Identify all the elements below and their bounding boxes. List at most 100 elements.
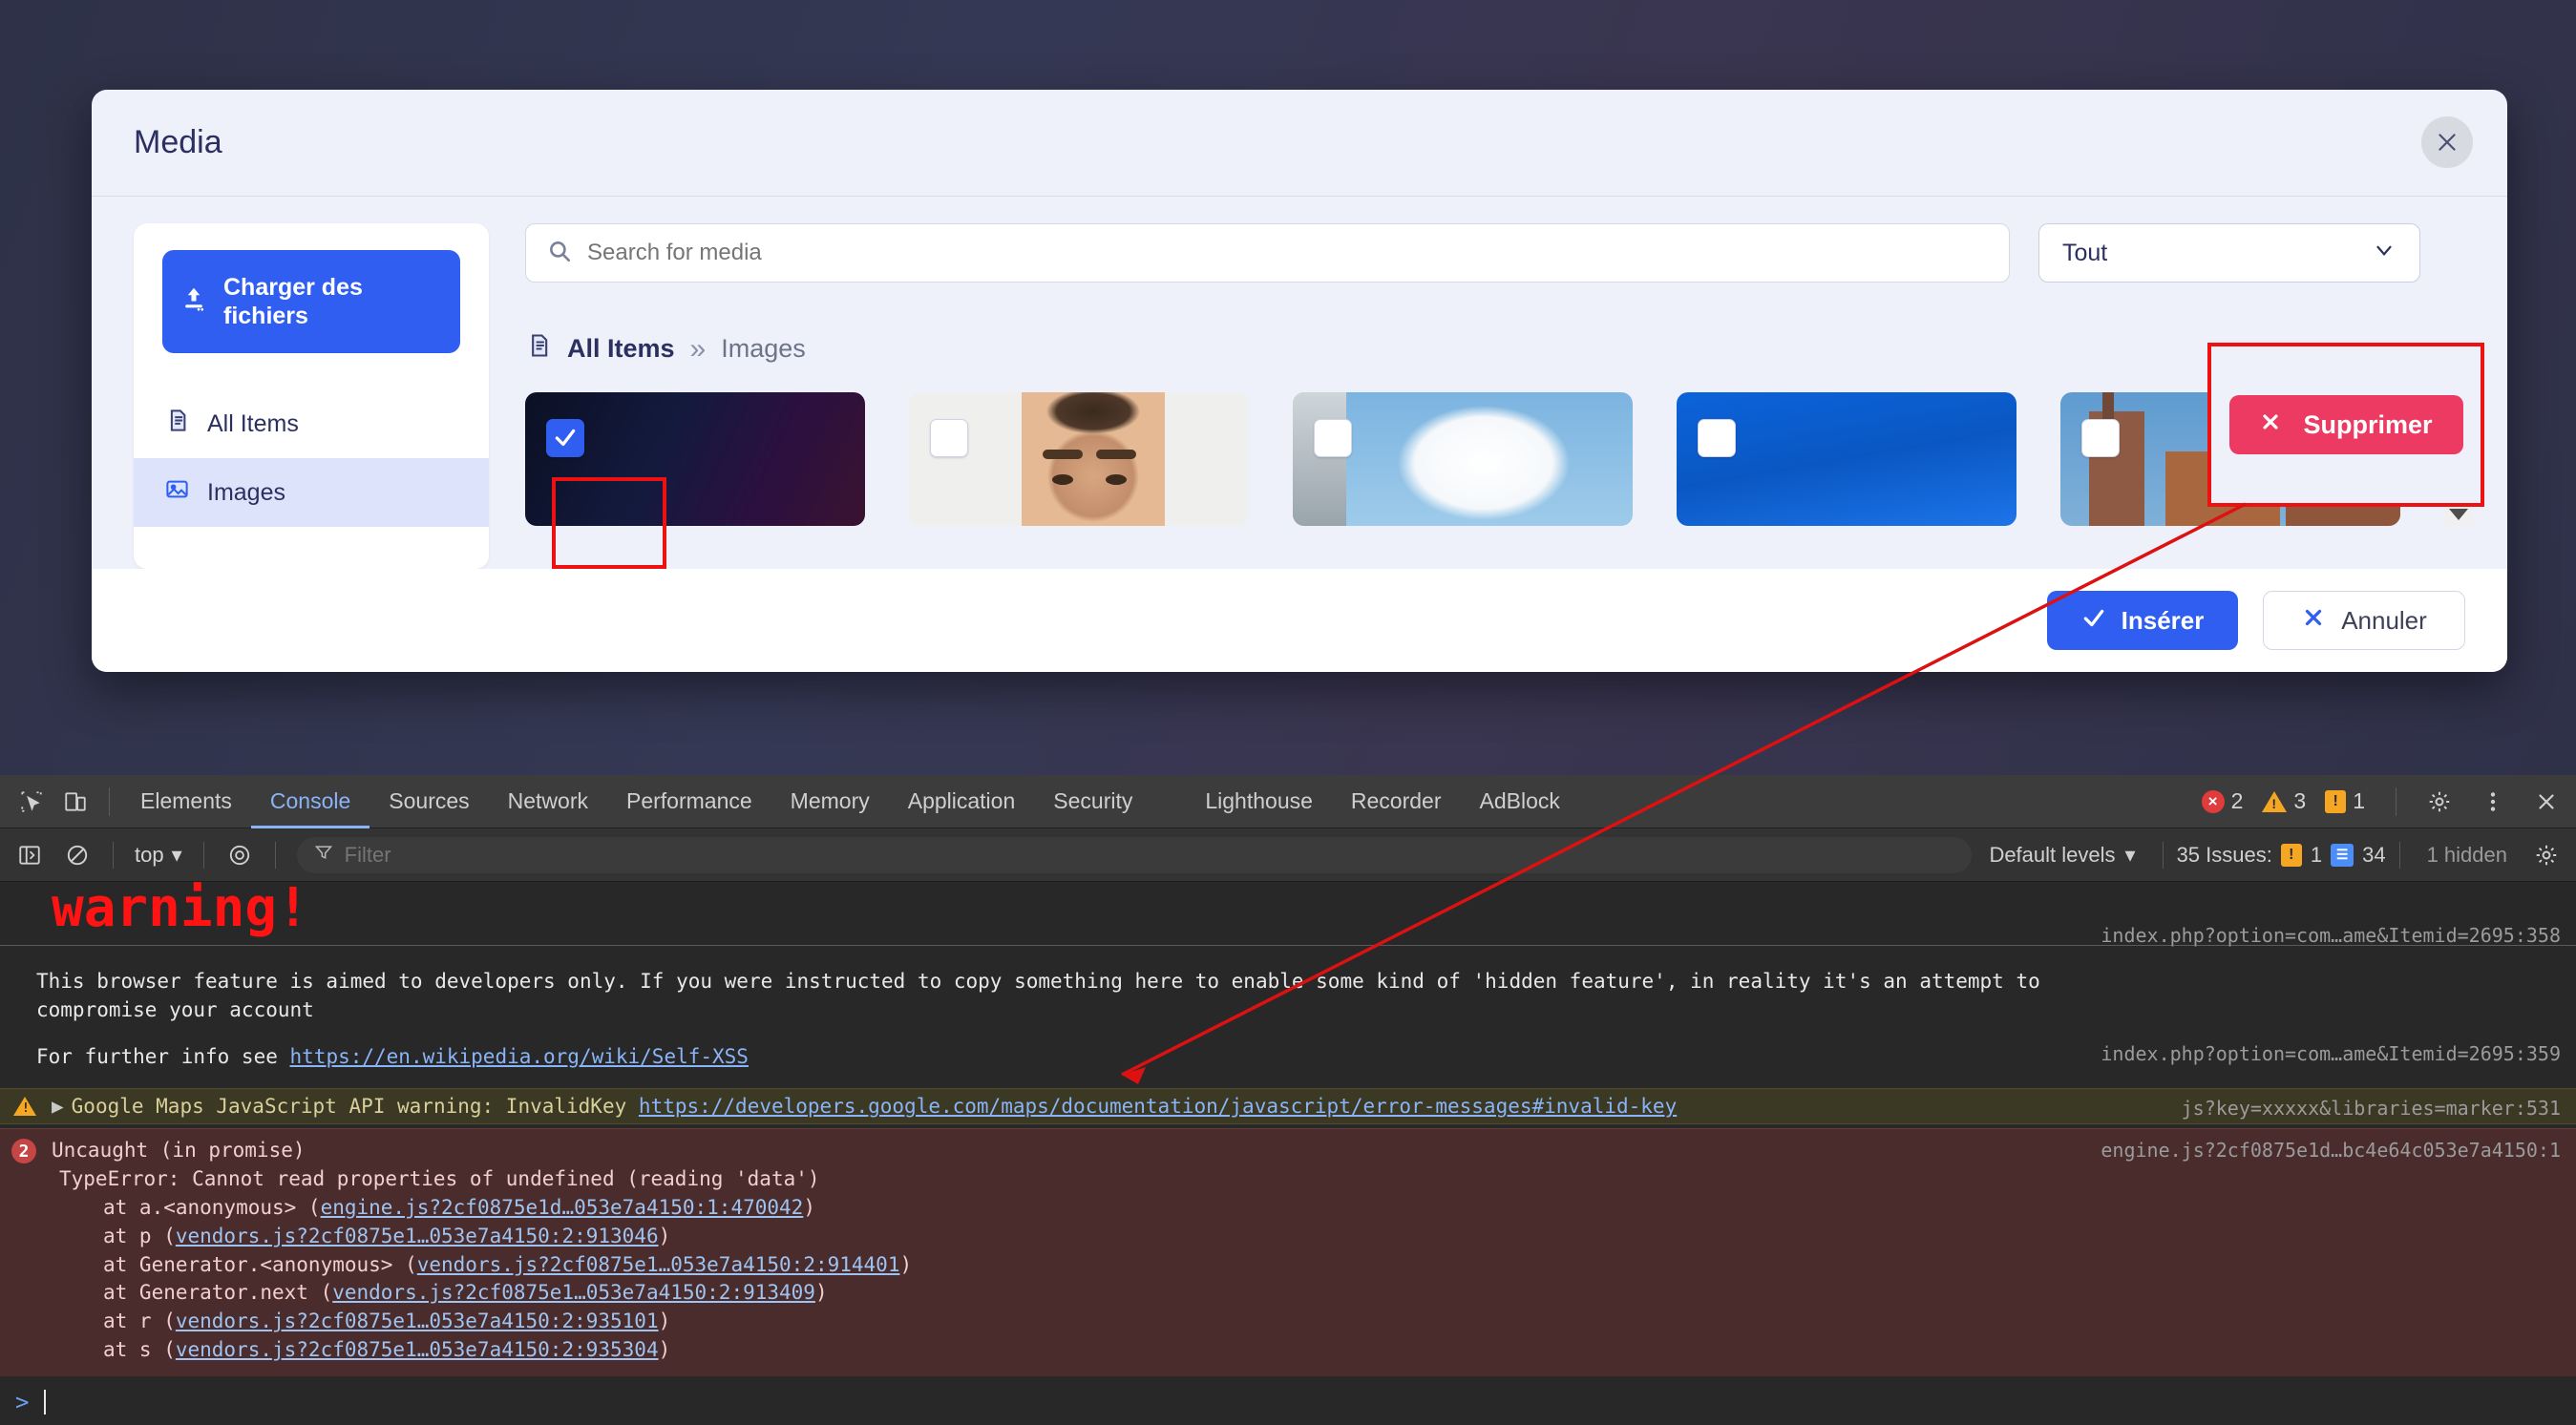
upload-files-label: Charger des fichiers [223,274,363,329]
thumbnail-checkbox-checked[interactable] [546,419,584,457]
media-thumbnail-blue-sky[interactable] [1677,392,2016,526]
scroll-down-icon[interactable] [2449,509,2468,520]
tab-recorder[interactable]: Recorder [1332,775,1461,828]
stack-frame: at s (vendors.js?2cf0875e1…053e7a4150:2:… [0,1336,2576,1365]
tab-security[interactable]: Security [1034,775,1151,828]
chevron-down-icon [2372,238,2397,269]
sidebar-item-label: Images [207,478,285,506]
gear-icon[interactable] [2418,780,2461,824]
media-thumbnail-cloud-sky[interactable] [1293,392,1633,526]
stack-frame-link[interactable]: vendors.js?2cf0875e1…053e7a4150:2:935304 [176,1338,659,1361]
tab-console[interactable]: Console [251,775,370,828]
live-expression-icon[interactable] [218,833,262,877]
console-message-list[interactable]: warning! index.php?option=com…ame&Itemid… [0,882,2576,1425]
media-main: Tout All [525,223,2473,569]
stack-frame-link[interactable]: vendors.js?2cf0875e1…053e7a4150:2:913046 [176,1225,659,1247]
close-icon [2259,410,2282,440]
console-source-link[interactable]: index.php?option=com…ame&Itemid=2695:358 [2101,924,2561,947]
search-input[interactable] [587,240,1988,266]
devtools-tabbar: Elements Console Sources Network Perform… [0,775,2576,828]
more-options-icon[interactable] [2471,780,2515,824]
devtools-panel: Elements Console Sources Network Perform… [0,775,2576,1425]
filter-icon [314,843,333,867]
tab-adblock[interactable]: AdBlock [1461,775,1579,828]
google-maps-docs-link[interactable]: https://developers.google.com/maps/docum… [639,1095,1677,1118]
console-context-select[interactable]: top ▾ [127,843,190,868]
breadcrumb-current: Images [721,334,806,363]
tab-performance[interactable]: Performance [607,775,771,828]
console-error-row[interactable]: 2 Uncaught (in promise) TypeError: Canno… [0,1128,2576,1376]
page-root: Media Charger des fichiers All Items Ima… [0,0,2576,1425]
thumbnail-checkbox[interactable] [930,419,968,457]
error-count-group[interactable]: × 2 [2201,788,2244,814]
sidebar-item-images[interactable]: Images [134,458,489,527]
close-devtools-icon[interactable] [2524,780,2568,824]
info-count-group[interactable]: ! 1 [2325,788,2365,814]
tab-network[interactable]: Network [489,775,607,828]
portrait-graphic [1052,474,1073,485]
close-icon[interactable] [2421,116,2473,168]
stack-frame-close: ) [814,1281,828,1305]
stack-frame-link[interactable]: vendors.js?2cf0875e1…053e7a4150:2:914401 [417,1253,900,1276]
stack-frame-close: ) [658,1338,671,1361]
console-levels-select[interactable]: Default levels ▾ [1975,843,2148,868]
thumbnail-checkbox[interactable] [2081,419,2120,457]
stack-frame-fn: at a.<anonymous> ( [103,1195,321,1219]
tab-elements[interactable]: Elements [121,775,251,828]
inspect-element-icon[interactable] [10,780,53,824]
self-xss-wiki-link[interactable]: https://en.wikipedia.org/wiki/Self-XSS [290,1045,749,1068]
cancel-button[interactable]: Annuler [2263,591,2465,650]
stack-frame: at a.<anonymous> (engine.js?2cf0875e1d…0… [0,1194,2576,1223]
media-thumbnail-portrait[interactable] [909,392,1249,526]
hidden-messages-count[interactable]: 1 hidden [2414,843,2521,868]
clear-console-icon[interactable] [55,833,99,877]
self-xss-warning-text: This browser feature is aimed to develop… [36,970,2040,1022]
thumbnail-checkbox[interactable] [1698,419,1736,457]
upload-files-button[interactable]: Charger des fichiers [162,250,460,353]
issues-label: 35 Issues: [2176,842,2272,867]
sidebar-item-all-items[interactable]: All Items [134,389,489,458]
console-source-link[interactable]: engine.js?2cf0875e1d…bc4e64c053e7a4150:1 [2101,1139,2561,1162]
expand-triangle-icon[interactable]: ▶ [52,1095,64,1118]
modal-footer: Insérer Annuler [92,569,2507,672]
tab-lighthouse[interactable]: Lighthouse [1186,775,1332,828]
tab-sources[interactable]: Sources [370,775,488,828]
warning-count-group[interactable]: 3 [2262,788,2306,814]
console-settings-gear-icon[interactable] [2524,833,2568,877]
console-source-link[interactable]: js?key=xxxxx&libraries=marker:531 [2182,1097,2561,1120]
check-icon [2081,605,2106,637]
media-sidebar: Charger des fichiers All Items Images [134,223,489,569]
media-thumbnail-dark-gradient[interactable] [525,392,865,526]
insert-button[interactable]: Insérer [2047,591,2238,650]
media-type-select[interactable]: Tout [2038,223,2420,283]
search-input-wrapper[interactable] [525,223,2010,283]
console-filter-input[interactable] [344,842,1955,868]
stack-frame-fn: at Generator.<anonymous> ( [103,1252,417,1276]
device-toolbar-icon[interactable] [53,780,97,824]
stack-frame-link[interactable]: engine.js?2cf0875e1d…053e7a4150:1:470042 [321,1196,804,1219]
delete-button[interactable]: Supprimer [2228,395,2463,454]
stack-frame: at p (vendors.js?2cf0875e1…053e7a4150:2:… [0,1223,2576,1251]
divider [2162,841,2164,869]
chevron-down-icon: ▾ [171,842,182,867]
tab-memory[interactable]: Memory [771,775,889,828]
console-prompt[interactable]: > [0,1389,47,1415]
console-issues-summary[interactable]: 35 Issues: ! 1 ☰ 34 [2177,843,2386,868]
portrait-graphic [1022,392,1165,526]
error-count: 2 [2230,788,2244,813]
divider [2396,786,2397,816]
stack-frame-link[interactable]: vendors.js?2cf0875e1…053e7a4150:2:913409 [332,1281,815,1304]
thumbnail-checkbox[interactable] [1314,419,1352,457]
tab-application[interactable]: Application [889,775,1035,828]
console-source-link[interactable]: index.php?option=com…ame&Itemid=2695:359 [2101,1042,2561,1065]
console-filter-input-wrapper[interactable] [296,836,1973,873]
media-modal: Media Charger des fichiers All Items Ima… [92,90,2507,672]
close-icon [2301,605,2326,637]
stack-frame-link[interactable]: vendors.js?2cf0875e1…053e7a4150:2:935101 [176,1310,659,1332]
info-icon: ! [2280,843,2302,867]
console-warning-row[interactable]: ▶ Google Maps JavaScript API warning: Inv… [0,1088,2576,1125]
console-sidebar-toggle-icon[interactable] [8,833,52,877]
stack-frame-fn: at Generator.next ( [103,1281,333,1305]
portrait-graphic [1043,450,1083,459]
breadcrumb-root[interactable]: All Items [567,334,675,364]
